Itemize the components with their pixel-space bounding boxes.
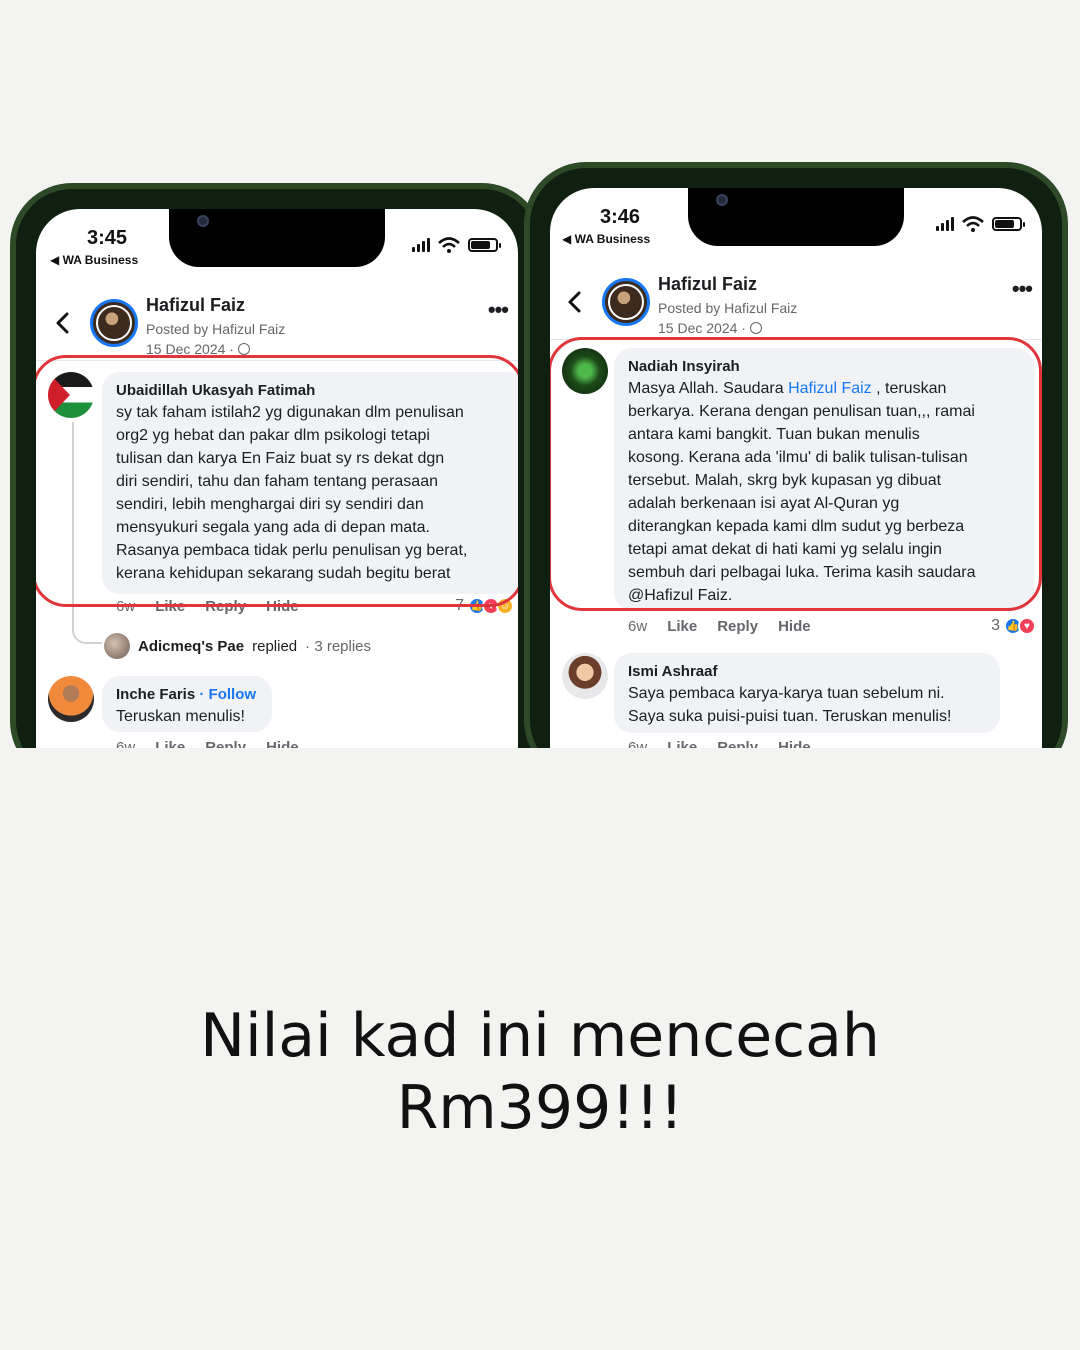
like-button[interactable]: Like [667,618,697,635]
post-author[interactable]: Hafizul Faiz [658,274,757,295]
wifi-icon [438,237,460,253]
commenter-name[interactable]: Inche Faris [116,686,195,703]
post-author[interactable]: Hafizul Faiz [146,295,245,316]
left-phone: 3:45 ◀ WA Business Hafizul Faiz Posted b… [10,183,544,783]
comment-bubble: Ismi Ashraaf Saya pembaca karya-karya tu… [614,653,1000,733]
commenter-avatar[interactable] [48,676,94,722]
back-to-app-link[interactable]: ◀ WA Business [50,253,138,267]
back-to-app-link[interactable]: ◀ WA Business [562,232,650,246]
commenter-name[interactable]: Ismi Ashraaf [628,662,987,682]
status-time: 3:46 [600,206,641,228]
reactions[interactable]: 3 👍 ♥ [991,617,1036,635]
battery-icon [468,238,501,252]
right-phone: 3:46 ◀ WA Business Hafizul Faiz Posted b… [524,162,1068,782]
post-date-text: 15 Dec 2024 · [658,320,750,336]
globe-icon [749,322,762,334]
notch [688,188,904,246]
status-time: 3:45 [87,227,128,249]
globe-icon [237,343,250,355]
battery-icon [992,217,1025,231]
post-date: 15 Dec 2024 · [658,318,762,338]
posted-by: Posted by Hafizul Faiz [146,321,286,337]
caption-line-2: Rm399!!! [396,1073,684,1143]
status-icons [936,216,1025,232]
right-phone-screen: 3:46 ◀ WA Business Hafizul Faiz Posted b… [550,188,1042,776]
replier-avatar [104,633,130,659]
commenter-avatar[interactable] [562,653,608,699]
reply-button[interactable]: Reply [717,618,758,635]
camera [197,215,209,227]
author-avatar[interactable] [602,278,650,326]
camera [716,194,728,206]
wifi-icon [962,216,984,232]
highlight-circle [36,355,518,607]
replied-label: replied [252,637,298,655]
comment-bubble: Inche Faris · Follow Teruskan menulis! [102,676,272,732]
love-reaction-icon: ♥ [1018,617,1036,635]
notch [169,209,385,267]
comment-actions: 6w Like Reply Hide [628,618,811,635]
left-phone-screen: 3:45 ◀ WA Business Hafizul Faiz Posted b… [36,209,518,777]
author-avatar[interactable] [90,299,138,347]
signal-icon [412,238,430,252]
view-replies[interactable]: Adicmeq's Pae replied · 3 replies [104,633,371,659]
caption: Nilai kad ini mencecah Rm399!!! [0,1000,1080,1144]
reaction-count: 3 [991,617,1000,634]
signal-icon [936,217,954,231]
follow-button[interactable]: · Follow [199,686,256,703]
highlight-circle [550,337,1042,611]
comment-time: 6w [628,618,648,635]
more-icon[interactable]: ••• [488,297,509,323]
caption-line-1: Nilai kad ini mencecah [200,1001,880,1071]
back-arrow-icon[interactable] [52,311,74,335]
status-icons [412,237,501,253]
more-icon[interactable]: ••• [1012,276,1033,302]
post-header: Hafizul Faiz Posted by Hafizul Faiz 15 D… [36,281,518,361]
comment-text: Teruskan menulis! [116,708,245,725]
posted-by: Posted by Hafizul Faiz [658,300,798,316]
comment-line: Saya pembaca karya-karya tuan sebelum ni… [628,685,945,702]
back-arrow-icon[interactable] [564,290,586,314]
replies-count: · 3 replies [305,637,372,655]
hide-button[interactable]: Hide [778,618,811,635]
comment-line: Saya suka puisi-puisi tuan. Teruskan men… [628,708,952,725]
replier-name: Adicmeq's Pae [138,637,245,655]
post-header: Hafizul Faiz Posted by Hafizul Faiz 15 D… [550,260,1042,340]
